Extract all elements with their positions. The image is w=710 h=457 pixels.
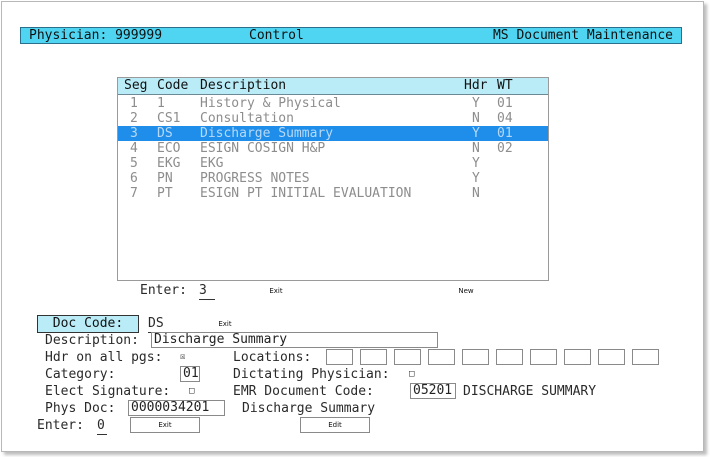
exit-button-top[interactable]: Exit: [262, 284, 290, 298]
physician-title: Physician: 999999: [29, 28, 163, 43]
row-seg: 7: [130, 186, 138, 201]
row-seg: 4: [130, 141, 138, 156]
list-row[interactable]: 4 ECO ESIGN COSIGN H&P N 02: [118, 141, 548, 156]
row-wt: 04: [497, 111, 513, 126]
header-description: Description: [200, 78, 287, 93]
exit-button-bottom[interactable]: Exit: [130, 417, 200, 433]
location-input[interactable]: [462, 349, 489, 365]
row-hdr: Y: [472, 96, 480, 111]
row-description: PROGRESS NOTES: [200, 171, 310, 186]
header-hdr: Hdr: [464, 78, 488, 93]
header-code: Code: [157, 78, 189, 93]
row-description: Discharge Summary: [200, 126, 334, 141]
row-seg: 6: [130, 171, 138, 186]
description-label: Description:: [45, 333, 139, 348]
title-bar: Physician: 999999 Control MS Document Ma…: [20, 27, 682, 44]
location-input[interactable]: [428, 349, 455, 365]
location-input[interactable]: [598, 349, 625, 365]
row-description: ESIGN COSIGN H&P: [200, 141, 326, 156]
category-input[interactable]: 01: [180, 366, 200, 382]
doc-code-label: Doc Code:: [37, 315, 139, 333]
list-row[interactable]: 7 PT ESIGN PT INITIAL EVALUATION N: [118, 186, 548, 201]
row-description: ESIGN PT INITIAL EVALUATION: [200, 186, 412, 201]
category-label: Category:: [45, 367, 116, 382]
emr-document-code-input[interactable]: 05201: [410, 383, 456, 399]
locations-label: Locations:: [233, 350, 312, 365]
phys-doc-input[interactable]: 0000034201: [128, 400, 225, 416]
row-code: CS1: [157, 111, 181, 126]
row-seg: 5: [130, 156, 138, 171]
location-input[interactable]: [530, 349, 557, 365]
row-seg: 3: [130, 126, 138, 141]
emr-document-code-label: EMR Document Code:: [233, 384, 374, 399]
doc-code-exit-button[interactable]: Exit: [212, 317, 238, 331]
new-button[interactable]: New: [452, 284, 480, 298]
row-code: PT: [157, 186, 173, 201]
row-wt: 01: [497, 126, 513, 141]
location-input[interactable]: [394, 349, 421, 365]
list-row[interactable]: 1 1 History & Physical Y 01: [118, 96, 548, 111]
control-title: Control: [249, 28, 304, 43]
row-hdr: N: [472, 186, 480, 201]
hdr-all-pages-checkbox[interactable]: ☒: [180, 349, 185, 365]
enter-input-top[interactable]: 3: [199, 283, 215, 300]
location-input[interactable]: [496, 349, 523, 365]
row-wt: 01: [497, 96, 513, 111]
enter-input-bottom[interactable]: 0: [97, 418, 107, 435]
description-input[interactable]: Discharge Summary: [151, 332, 438, 348]
row-description: History & Physical: [200, 96, 341, 111]
enter-label-top: Enter:: [140, 283, 187, 298]
row-code: 1: [157, 96, 165, 111]
row-seg: 1: [130, 96, 138, 111]
row-code: ECO: [157, 141, 181, 156]
elect-signature-checkbox[interactable]: □: [189, 383, 194, 399]
row-seg: 2: [130, 111, 138, 126]
list-header: Seg Code Description Hdr WT: [118, 78, 548, 95]
enter-label-bottom: Enter:: [37, 418, 84, 433]
location-input[interactable]: [564, 349, 591, 365]
header-seg: Seg: [124, 78, 148, 93]
doc-code-input[interactable]: DS: [148, 316, 174, 333]
phys-doc-label: Phys Doc:: [45, 401, 116, 416]
dictating-physician-checkbox[interactable]: □: [409, 366, 414, 382]
row-hdr: N: [472, 141, 480, 156]
location-input[interactable]: [360, 349, 387, 365]
row-hdr: Y: [472, 156, 480, 171]
screen-title: MS Document Maintenance: [492, 28, 673, 43]
row-code: PN: [157, 171, 173, 186]
location-input[interactable]: [326, 349, 353, 365]
location-input[interactable]: [632, 349, 659, 365]
row-wt: 02: [497, 141, 513, 156]
edit-button[interactable]: Edit: [300, 417, 370, 433]
row-description: EKG: [200, 156, 224, 171]
row-code: DS: [157, 126, 173, 141]
list-row[interactable]: 3 DS Discharge Summary Y 01: [118, 126, 548, 141]
list-row[interactable]: 6 PN PROGRESS NOTES Y: [118, 171, 548, 186]
document-list[interactable]: Seg Code Description Hdr WT 1 1 History & …: [117, 77, 549, 281]
row-hdr: Y: [472, 126, 480, 141]
header-wt: WT: [497, 78, 513, 93]
hdr-all-pages-label: Hdr on all pgs:: [45, 350, 163, 365]
list-row[interactable]: 5 EKG EKG Y: [118, 156, 548, 171]
row-hdr: N: [472, 111, 480, 126]
elect-signature-label: Elect Signature:: [45, 384, 171, 399]
list-row[interactable]: 2 CS1 Consultation N 04: [118, 111, 548, 126]
row-code: EKG: [157, 156, 181, 171]
emr-document-description: DISCHARGE SUMMARY: [463, 384, 597, 399]
phys-doc-description: Discharge Summary: [242, 401, 376, 416]
dictating-physician-label: Dictating Physician:: [233, 367, 390, 382]
row-description: Consultation: [200, 111, 294, 126]
row-hdr: Y: [472, 171, 480, 186]
